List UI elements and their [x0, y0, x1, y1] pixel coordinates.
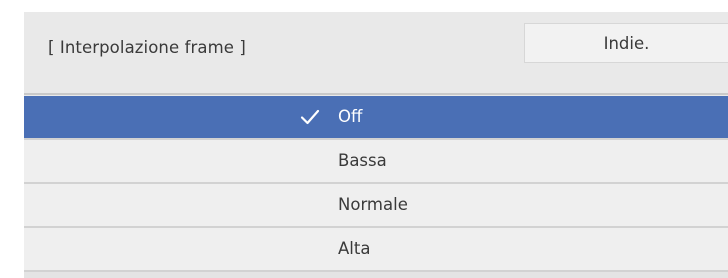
options-list: Off Bassa Normale Alta [24, 96, 728, 272]
frame-interpolation-menu: [ Interpolazione frame ] Indie. Off Bass… [24, 12, 728, 278]
checkmark-icon [300, 109, 320, 125]
option-label: Off [338, 107, 363, 126]
option-label: Normale [338, 195, 408, 214]
back-button[interactable]: Indie. [524, 23, 728, 63]
menu-header: [ Interpolazione frame ] Indie. [24, 12, 728, 92]
option-label: Bassa [338, 151, 387, 170]
footer-strip [24, 272, 728, 278]
option-bassa[interactable]: Bassa [24, 140, 728, 184]
option-off[interactable]: Off [24, 96, 728, 140]
option-alta[interactable]: Alta [24, 228, 728, 272]
menu-title: [ Interpolazione frame ] [48, 38, 246, 57]
option-normale[interactable]: Normale [24, 184, 728, 228]
header-divider [24, 93, 728, 95]
option-label: Alta [338, 239, 371, 258]
